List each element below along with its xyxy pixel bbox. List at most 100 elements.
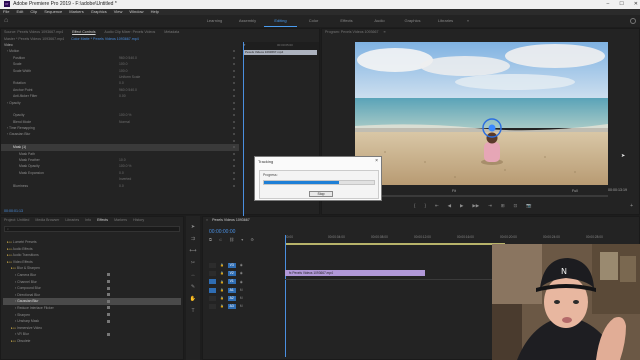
tab-libraries-panel[interactable]: Libraries [65,218,79,222]
tab-audio-clip-mixer[interactable]: Audio Clip Mixer: Pexels Videos [104,30,155,34]
maximize-icon[interactable]: ☐ [619,0,623,9]
nest-icon[interactable]: ⧉ [209,237,212,242]
reset-icon[interactable] [233,171,235,174]
reset-icon[interactable] [233,114,235,117]
tab-effect-controls[interactable]: Effect Controls [72,30,96,34]
eye-icon[interactable]: ◉ [240,271,243,275]
close-icon[interactable]: ✕ [634,0,638,9]
effect-item[interactable]: ▪ Reduce Interlace Flicker [3,305,181,312]
track-name[interactable]: A1 [227,287,236,293]
tab-effects-panel[interactable]: Effects [97,218,108,222]
effects-folder[interactable]: ▸▭ Audio Transitions [3,252,181,259]
type-tool-icon[interactable]: T [191,308,194,314]
track-select-tool-icon[interactable]: ⇉ [191,236,195,242]
tab-metadata[interactable]: Metadata [164,30,179,34]
tab-markers[interactable]: Markers [114,218,127,222]
reset-icon[interactable] [233,63,235,66]
master-clip-label[interactable]: Master * Pexels Videos 1093667.mp4 [4,37,64,41]
play-icon[interactable]: ▶ [460,203,463,209]
mark-in-icon[interactable]: { [414,203,415,209]
tab-history[interactable]: History [133,218,144,222]
eye-icon[interactable]: ◉ [240,263,243,267]
source-patch-toggle[interactable] [209,279,216,284]
program-scrubber[interactable] [355,195,608,197]
effects-folder[interactable]: ▸▭ Video Effects [3,259,181,266]
reset-icon[interactable] [233,184,235,187]
reset-icon[interactable] [233,127,235,130]
effect-item[interactable]: ▪ Channel Blur [3,279,181,286]
extract-icon[interactable]: ⊡ [514,203,518,209]
lock-icon[interactable]: 🔒 [220,263,224,267]
snap-icon[interactable]: ⊂ [219,237,222,242]
selection-tool-icon[interactable]: ➤ [191,224,195,230]
source-patch-toggle[interactable] [209,270,216,276]
lock-icon[interactable]: 🔒 [220,296,224,300]
reset-icon[interactable] [233,88,235,91]
reset-icon[interactable] [233,56,235,59]
tab-editing[interactable]: Editing [264,15,297,27]
tab-audio[interactable]: Audio [363,15,396,27]
track-name[interactable]: V1 [227,279,236,284]
effect-item[interactable]: ▪ Sharpen [3,312,181,319]
close-sequence-icon[interactable]: × [206,218,208,222]
track-name[interactable]: A3 [227,303,236,309]
tab-graphics[interactable]: Graphics [396,15,429,27]
effect-item[interactable]: ▪ VR Blur [3,331,181,338]
effects-folder[interactable]: ▸▭ Immersive Video [3,325,181,332]
tab-assembly[interactable]: Assembly [231,15,264,27]
lock-icon[interactable]: 🔒 [220,280,224,284]
hand-tool-icon[interactable]: ✋ [190,296,196,302]
add-marker-icon[interactable]: ▾ [241,237,243,242]
step-back-icon[interactable]: ◀ [448,203,451,209]
timeline-playhead[interactable] [285,235,286,357]
reset-icon[interactable] [233,95,235,98]
reset-icon[interactable] [233,133,235,136]
source-patch-toggle[interactable] [209,303,216,309]
reset-icon[interactable] [233,75,235,78]
source-patch-toggle[interactable] [209,287,216,293]
reset-icon[interactable] [233,101,235,104]
effects-folder[interactable]: ▸▭ Audio Effects [3,246,181,253]
effect-row-value[interactable]: 0.0 [119,183,124,189]
reset-icon[interactable] [233,139,235,142]
fit-dropdown[interactable]: Fit [452,189,456,193]
pen-tool-icon[interactable]: ✎ [191,284,195,290]
tab-libraries[interactable]: Libraries [429,15,462,27]
time-ruler[interactable]: 00:00 00:00:04:00 00:00:08:00 00:00:12:00 00… [285,235,635,243]
ripple-edit-tool-icon[interactable]: ⟷ [189,248,196,254]
lift-icon[interactable]: ⊞ [501,203,505,209]
timeline-clip[interactable]: fx Pexels Videos 1093667.mp4 [285,270,425,276]
razor-tool-icon[interactable]: ✂ [191,260,195,266]
add-button-icon[interactable]: + [630,203,633,209]
eye-icon[interactable]: ◉ [240,280,243,284]
mute-icon[interactable]: M [240,288,243,292]
stop-button[interactable]: Stop [309,191,333,197]
effects-search-input[interactable]: ⌕ [4,226,180,232]
work-area-bar[interactable] [285,243,505,245]
reset-icon[interactable] [233,120,235,123]
go-to-in-icon[interactable]: ⇤ [435,203,439,209]
track-name[interactable]: A2 [227,295,236,301]
tab-source[interactable]: Source: Pexels Videos 1093667.mp4 [4,30,63,34]
reset-icon[interactable] [233,178,235,181]
effect-item[interactable]: ▪ Unsharp Mask [3,318,181,325]
timeline-settings-icon[interactable]: ⚙ [250,237,254,242]
reset-icon[interactable] [233,165,235,168]
close-icon[interactable]: × [375,158,378,164]
reset-icon[interactable] [233,107,235,110]
tab-project[interactable]: Project: Untitled [4,218,29,222]
track-name[interactable]: V3 [227,262,236,268]
reset-icon[interactable] [233,152,235,155]
reset-icon[interactable] [233,69,235,72]
effects-folder[interactable]: ▸▭ Blur & Sharpen [3,265,181,272]
slip-tool-icon[interactable]: ↔ [191,272,196,278]
timeline-timecode[interactable]: 00:00:00:00 [209,229,235,235]
step-forward-icon[interactable]: ▶▶ [472,203,479,209]
tab-sequence[interactable]: Pexels Videos 1093667 [212,218,250,222]
more-workspaces-icon[interactable]: » [462,15,474,27]
source-patch-toggle[interactable] [209,262,216,268]
mark-out-icon[interactable]: } [424,203,425,209]
effect-item[interactable]: ▪ Camera Blur [3,272,181,279]
tab-info[interactable]: Info [85,218,91,222]
reset-icon[interactable] [233,50,235,53]
